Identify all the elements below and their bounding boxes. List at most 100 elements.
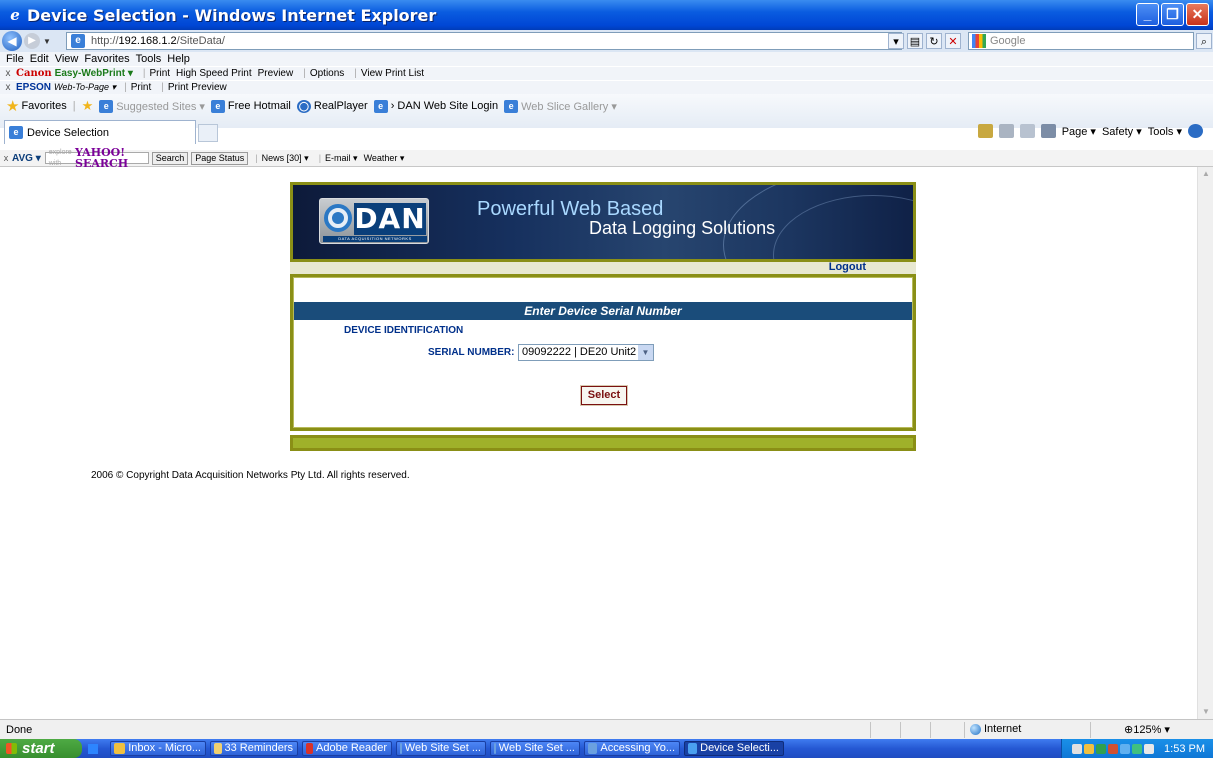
preview-button[interactable]: Preview bbox=[258, 68, 294, 79]
tray-sync-icon[interactable] bbox=[1132, 743, 1143, 754]
banner-tagline-2: Data Logging Solutions bbox=[589, 218, 776, 238]
back-button[interactable]: ◀ bbox=[2, 31, 22, 51]
add-favorite-icon[interactable]: ★ bbox=[82, 98, 94, 114]
fav-free-hotmail[interactable]: e Free Hotmail bbox=[210, 99, 291, 113]
logout-link[interactable]: Logout bbox=[829, 261, 866, 273]
favorites-button[interactable]: Favorites bbox=[21, 100, 66, 112]
dropdown-icon[interactable]: ▾ bbox=[888, 33, 904, 49]
easy-webprint-menu[interactable]: Easy-WebPrint ▾ bbox=[55, 68, 133, 79]
view-print-list-button[interactable]: View Print List bbox=[361, 68, 424, 79]
logo-subtitle: DATA ACQUISITION NETWORKS bbox=[323, 236, 427, 242]
start-button[interactable]: start bbox=[0, 739, 82, 758]
fav-realplayer[interactable]: ◯ RealPlayer bbox=[296, 99, 368, 113]
forward-button[interactable]: ▶ bbox=[24, 33, 40, 49]
task-accessing[interactable]: Accessing Yo... bbox=[584, 741, 680, 756]
minimize-button[interactable]: _ bbox=[1136, 3, 1159, 26]
tray-antivirus-icon[interactable] bbox=[1108, 743, 1119, 754]
task-adobe-reader[interactable]: Adobe Reader bbox=[302, 741, 392, 756]
high-speed-print-button[interactable]: High Speed Print bbox=[176, 68, 252, 79]
avg-toolbar: x AVG ▾ explore with YAHOO! SEARCH Searc… bbox=[0, 147, 1213, 169]
ie-icon bbox=[688, 743, 698, 754]
tray-icons bbox=[1072, 743, 1155, 754]
serial-number-select[interactable]: 09092222 | DE20 Unit2 ▼ bbox=[518, 344, 654, 361]
canon-print-button[interactable]: Print bbox=[149, 68, 170, 79]
menu-edit[interactable]: Edit bbox=[30, 53, 49, 65]
close-button[interactable]: ✕ bbox=[1186, 3, 1209, 26]
avg-menu[interactable]: AVG ▾ bbox=[12, 153, 41, 164]
tray-help-icon[interactable] bbox=[1144, 743, 1155, 754]
logout-bar: Logout bbox=[290, 261, 916, 274]
menu-view[interactable]: View bbox=[55, 53, 79, 65]
fav-suggested-sites[interactable]: e Suggested Sites ▾ bbox=[99, 99, 205, 113]
scroll-up-icon[interactable]: ▲ bbox=[1199, 167, 1213, 181]
tray-network-icon[interactable] bbox=[1096, 743, 1107, 754]
search-input[interactable]: Google bbox=[968, 32, 1194, 50]
home-icon[interactable] bbox=[977, 124, 993, 138]
compatibility-icon[interactable]: ▤ bbox=[907, 33, 923, 49]
tray-update-icon[interactable] bbox=[1120, 743, 1131, 754]
web-to-page-menu[interactable]: Web-To-Page ▾ bbox=[54, 82, 116, 93]
tray-expand-icon[interactable] bbox=[1072, 743, 1083, 754]
title-bar[interactable]: e Device Selection - Windows Internet Ex… bbox=[0, 0, 1213, 30]
task-reminders[interactable]: 33 Reminders bbox=[210, 741, 298, 756]
status-bar: Done Internet ⊕125% ▾ bbox=[0, 719, 1213, 739]
stop-icon[interactable]: ✕ bbox=[945, 33, 961, 49]
zoom-level[interactable]: ⊕125% ▾ bbox=[1124, 723, 1170, 736]
fav-web-slice-gallery[interactable]: e Web Slice Gallery ▾ bbox=[504, 99, 617, 113]
close-toolbar-icon[interactable]: x bbox=[0, 82, 16, 93]
page-menu[interactable]: Page ▾ bbox=[1062, 125, 1096, 138]
adobe-icon bbox=[306, 743, 314, 754]
address-field[interactable]: e http://192.168.1.2/SiteData/ bbox=[66, 32, 902, 50]
window-icon bbox=[588, 743, 598, 754]
epson-print-button[interactable]: Print bbox=[131, 82, 152, 93]
maximize-button[interactable]: ❐ bbox=[1161, 3, 1184, 26]
canon-brand: Canon bbox=[16, 68, 52, 79]
history-dropdown-icon[interactable]: ▼ bbox=[43, 37, 51, 46]
select-button[interactable]: Select bbox=[580, 385, 628, 406]
tools-menu[interactable]: Tools ▾ bbox=[1148, 125, 1182, 138]
serial-number-label: SERIAL NUMBER: bbox=[428, 347, 515, 358]
menu-help[interactable]: Help bbox=[167, 53, 190, 65]
print-icon[interactable] bbox=[1040, 124, 1056, 138]
feeds-icon[interactable] bbox=[998, 124, 1014, 138]
scroll-down-icon[interactable]: ▼ bbox=[1199, 705, 1213, 719]
fav-dan-login[interactable]: e › DAN Web Site Login bbox=[373, 99, 498, 113]
quick-launch-icon[interactable] bbox=[88, 743, 98, 754]
refresh-icon[interactable]: ↻ bbox=[926, 33, 942, 49]
task-web-site-set-1[interactable]: Web Site Set ... bbox=[396, 741, 486, 756]
task-device-selection[interactable]: Device Selecti... bbox=[684, 741, 784, 756]
menu-favorites[interactable]: Favorites bbox=[84, 53, 129, 65]
avg-search-button[interactable]: Search bbox=[151, 151, 189, 165]
menu-tools[interactable]: Tools bbox=[136, 53, 162, 65]
options-button[interactable]: Options bbox=[310, 68, 344, 79]
copyright-text: 2006 © Copyright Data Acquisition Networ… bbox=[91, 470, 410, 481]
menu-file[interactable]: File bbox=[6, 53, 24, 65]
yahoo-search-input[interactable]: explore with YAHOO! SEARCH bbox=[44, 147, 149, 169]
weather-button[interactable]: Weather ▾ bbox=[364, 153, 405, 164]
vertical-scrollbar[interactable]: ▲ ▼ bbox=[1197, 167, 1213, 719]
email-button[interactable]: E-mail ▾ bbox=[325, 153, 358, 164]
menu-bar: File Edit View Favorites Tools Help bbox=[0, 52, 1213, 66]
favorites-row: ★ Favorites | ★ e Suggested Sites ▾ e Free… bbox=[6, 98, 617, 115]
outlook-icon bbox=[114, 743, 126, 754]
task-inbox[interactable]: Inbox - Micro... bbox=[110, 741, 206, 756]
news-button[interactable]: News [30] ▾ bbox=[262, 153, 309, 164]
epson-brand: EPSON bbox=[16, 82, 52, 93]
command-bar: Page ▾ Safety ▾ Tools ▾ bbox=[977, 124, 1203, 138]
close-toolbar-icon[interactable]: x bbox=[0, 68, 16, 79]
search-icon[interactable]: ⌕ bbox=[1196, 33, 1212, 49]
close-toolbar-icon[interactable]: x bbox=[0, 153, 12, 163]
security-zone[interactable]: Internet bbox=[970, 723, 1021, 735]
safety-menu[interactable]: Safety ▾ bbox=[1102, 125, 1142, 138]
page-status-button[interactable]: Page Status bbox=[191, 151, 249, 165]
tray-mail-icon[interactable] bbox=[1084, 743, 1095, 754]
chevron-down-icon[interactable]: ▼ bbox=[638, 345, 653, 360]
new-tab-button[interactable] bbox=[198, 124, 218, 142]
task-web-site-set-2[interactable]: Web Site Set ... bbox=[490, 741, 580, 756]
tab-device-selection[interactable]: e Device Selection bbox=[4, 120, 196, 144]
print-preview-button[interactable]: Print Preview bbox=[168, 82, 227, 93]
google-icon bbox=[972, 34, 986, 48]
help-icon[interactable] bbox=[1188, 124, 1203, 138]
mail-icon[interactable] bbox=[1019, 124, 1035, 138]
favorites-bar: ★ Favorites | ★ e Suggested Sites ▾ e Free… bbox=[0, 94, 1213, 144]
